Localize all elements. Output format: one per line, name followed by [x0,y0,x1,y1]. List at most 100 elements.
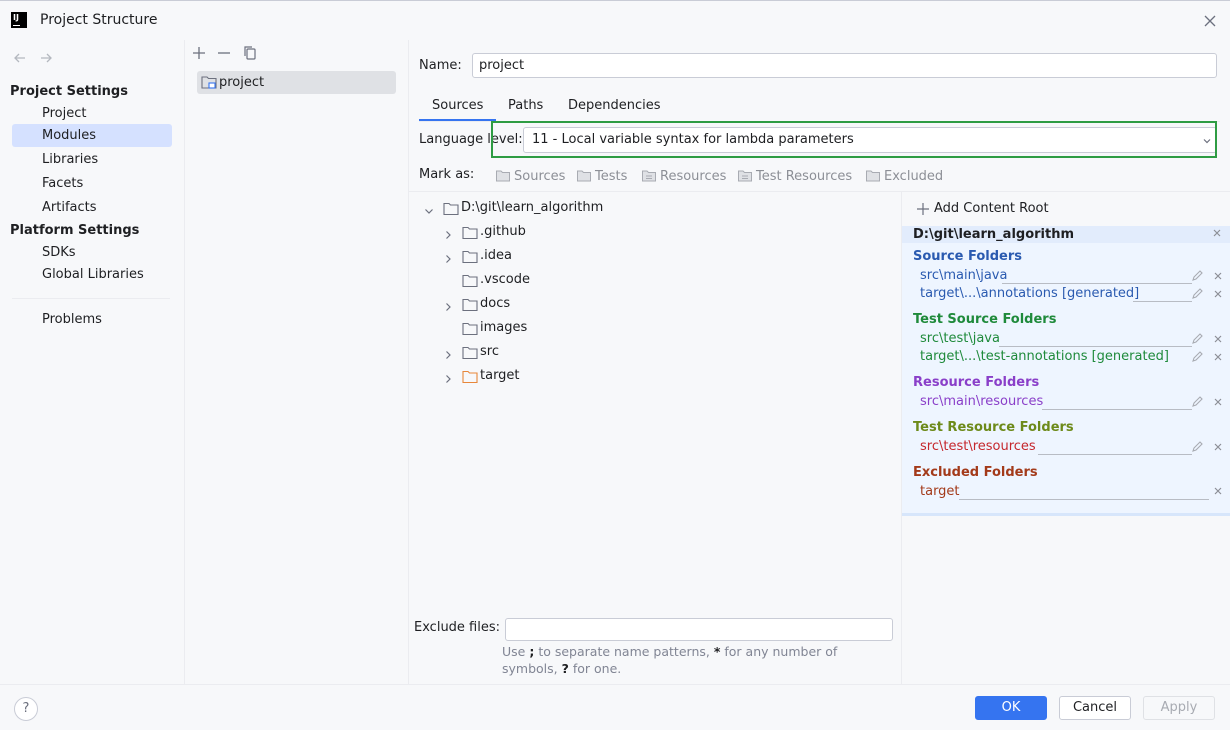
tree-root-row[interactable]: D:\git\learn_algorithm [409,196,899,220]
edit-icon[interactable] [1191,440,1204,457]
module-name-input[interactable] [472,53,1217,78]
delete-icon[interactable] [1212,270,1224,286]
source-folder-item: target\...\annotations [generated] [920,286,1140,301]
back-arrow-icon[interactable] [12,50,28,66]
folder-icon [577,170,591,188]
forward-arrow-icon[interactable] [38,50,54,66]
add-icon[interactable] [190,44,208,62]
divider [1038,454,1192,455]
tabs-divider [419,121,1220,122]
chevron-right-icon[interactable] [442,370,454,394]
name-label: Name: [419,58,462,73]
nav-item-project[interactable]: Project [12,102,172,125]
module-list-panel: project [185,40,409,684]
folder-icon [496,170,510,188]
remove-root-icon[interactable] [1211,227,1223,244]
mark-as-label: Mark as: [419,167,475,182]
test-source-folder-item: src\test\java [920,331,1000,346]
mark-excluded-button[interactable]: Excluded [866,168,943,186]
tab-dependencies[interactable]: Dependencies [555,96,674,122]
content-root-box: D:\git\learn_algorithm Source Folders sr… [902,226,1230,516]
mark-resources-button[interactable]: Resources [642,168,726,186]
edit-icon[interactable] [1191,287,1204,304]
delete-icon[interactable] [1212,441,1224,457]
tree-item-images[interactable]: images [409,316,899,340]
settings-nav: Project Settings Project Modules Librari… [0,40,185,684]
resource-folders-title: Resource Folders [913,375,1040,390]
language-level-dropdown[interactable]: 11 - Local variable syntax for lambda pa… [523,127,1217,153]
edit-icon[interactable] [1191,395,1204,412]
plus-icon [916,202,930,220]
intellij-logo-icon: IJ [11,12,27,28]
ok-button[interactable]: OK [975,696,1047,720]
tree-item-github[interactable]: .github [409,220,899,244]
module-settings-panel: Name: Sources Paths Dependencies Languag… [409,40,1230,684]
resource-folder-item: src\main\resources [920,394,1044,409]
language-level-label: Language level: [419,132,523,147]
exclude-files-input[interactable] [505,618,893,641]
divider [1002,283,1192,284]
delete-icon[interactable] [1212,396,1224,412]
dialog-button-bar: ? OK Cancel Apply [0,684,1230,730]
delete-icon[interactable] [1212,288,1224,304]
test-resource-folder-item: src\test\resources [920,439,1036,454]
module-item-label: project [219,75,265,90]
title-bar: IJ Project Structure [0,0,1230,40]
delete-icon[interactable] [1212,351,1224,367]
source-tree: D:\git\learn_algorithm .github .idea .vs… [409,192,901,612]
close-icon[interactable] [1200,11,1220,31]
nav-item-facets[interactable]: Facets [12,172,172,195]
divider [1133,301,1192,302]
nav-item-problems[interactable]: Problems [12,308,172,331]
folder-icon [866,170,880,188]
mark-tests-button[interactable]: Tests [577,168,627,186]
source-folders-title: Source Folders [913,249,1023,264]
divider [1042,409,1192,410]
tree-item-idea[interactable]: .idea [409,244,899,268]
nav-item-libraries[interactable]: Libraries [12,148,172,171]
nav-item-sdks[interactable]: SDKs [12,241,172,264]
excluded-folder-icon [462,369,478,393]
tree-item-target[interactable]: target [409,364,899,388]
nav-divider [12,298,170,299]
edit-icon[interactable] [1191,350,1204,367]
add-content-root-button[interactable]: Add Content Root [916,201,1049,216]
chevron-down-icon [1202,135,1212,150]
mark-sources-button[interactable]: Sources [496,168,565,186]
copy-icon[interactable] [241,44,259,62]
exclude-files-label: Exclude files: [414,620,501,635]
delete-icon[interactable] [1212,333,1224,349]
nav-item-global-libraries[interactable]: Global Libraries [12,263,172,286]
divider [959,499,1209,500]
test-resource-folders-title: Test Resource Folders [913,420,1074,435]
tab-sources[interactable]: Sources [419,96,496,122]
window-title: Project Structure [40,12,158,28]
exclude-files-help: Use ; to separate name patterns, * for a… [502,644,838,676]
delete-icon[interactable] [1212,485,1224,501]
nav-item-artifacts[interactable]: Artifacts [12,196,172,219]
cancel-button[interactable]: Cancel [1059,696,1131,720]
edit-icon[interactable] [1191,269,1204,286]
remove-icon[interactable] [215,44,233,62]
excluded-folder-item: target [920,484,960,499]
project-settings-header: Project Settings [10,84,128,99]
resources-folder-icon [642,170,656,188]
language-level-value: 11 - Local variable syntax for lambda pa… [532,132,854,147]
divider [999,346,1192,347]
excluded-folders-title: Excluded Folders [913,465,1038,480]
content-root-path: D:\git\learn_algorithm [902,226,1230,243]
help-button[interactable]: ? [14,697,38,721]
test-source-folder-item: target\...\test-annotations [generated] [920,349,1169,364]
content-roots-panel: Add Content Root D:\git\learn_algorithm … [901,192,1230,684]
module-item-project[interactable]: project [197,71,396,94]
tree-item-src[interactable]: src [409,340,899,364]
edit-icon[interactable] [1191,332,1204,349]
tree-item-vscode[interactable]: .vscode [409,268,899,292]
tab-paths[interactable]: Paths [495,96,556,122]
apply-button[interactable]: Apply [1143,696,1215,720]
test-resources-folder-icon [738,170,752,188]
nav-item-modules[interactable]: Modules [12,124,172,147]
platform-settings-header: Platform Settings [10,223,140,238]
tree-item-docs[interactable]: docs [409,292,899,316]
mark-test-resources-button[interactable]: Test Resources [738,168,852,186]
